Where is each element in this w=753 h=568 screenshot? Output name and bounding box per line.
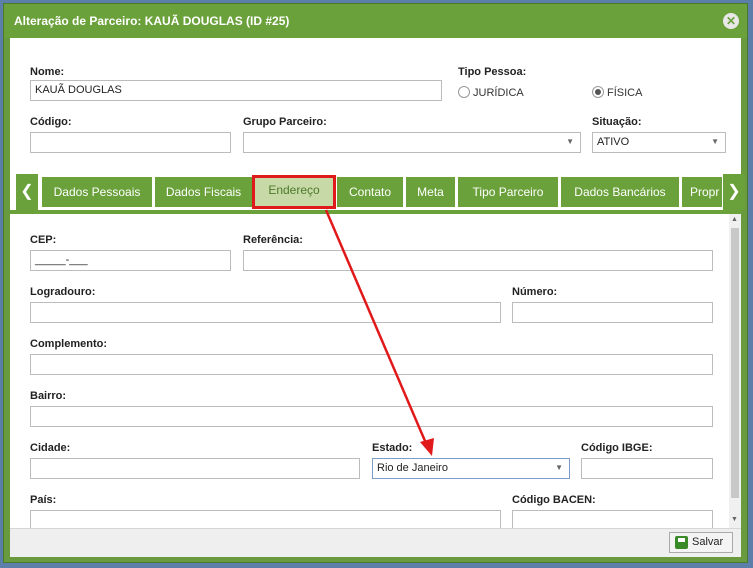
cidade-label: Cidade: (30, 442, 71, 454)
cidade-input[interactable] (30, 458, 360, 479)
panel-scrollbar[interactable]: ▲ ▼ (729, 214, 741, 528)
numero-label: Número: (512, 286, 558, 298)
referencia-label: Referência: (243, 234, 303, 246)
complemento-label: Complemento: (30, 338, 107, 350)
nome-input[interactable]: KAUÃ DOUGLAS (30, 80, 442, 101)
title-bar: Alteração de Parceiro: KAUÃ DOUGLAS (ID … (4, 4, 747, 38)
radio-fisica-label: FÍSICA (607, 87, 643, 99)
bairro-input[interactable] (30, 406, 713, 427)
nome-label: Nome: (30, 66, 65, 78)
dialog-window: Alteração de Parceiro: KAUÃ DOUGLAS (ID … (3, 3, 748, 563)
tab-bar: ❮ Dados Pessoais Dados Fiscais Endereço … (10, 174, 745, 214)
tab-tipo-parceiro[interactable]: Tipo Parceiro (458, 177, 558, 207)
radio-juridica-label: JURÍDICA (473, 87, 524, 99)
tab-meta[interactable]: Meta (406, 177, 455, 207)
grupo-parceiro-label: Grupo Parceiro: (243, 116, 327, 128)
codigo-ibge-input[interactable] (581, 458, 713, 479)
dialog-footer: Salvar (10, 528, 741, 557)
cep-label: CEP: (30, 234, 57, 246)
pais-label: País: (30, 494, 57, 506)
tab-endereco[interactable]: Endereço (252, 175, 336, 209)
save-button[interactable]: Salvar (669, 532, 733, 553)
bairro-label: Bairro: (30, 390, 67, 402)
codigo-ibge-label: Código IBGE: (581, 442, 653, 454)
radio-fisica-icon (592, 86, 604, 98)
referencia-input[interactable] (243, 250, 713, 271)
tipo-pessoa-label: Tipo Pessoa: (458, 66, 527, 78)
tab-dados-bancarios[interactable]: Dados Bancários (561, 177, 679, 207)
endereco-panel: CEP: _____-___ Referência: Logradouro: N… (10, 214, 741, 531)
grupo-parceiro-select[interactable] (243, 132, 581, 153)
numero-input[interactable] (512, 302, 713, 323)
codigo-input[interactable] (30, 132, 231, 153)
save-button-label: Salvar (692, 536, 724, 548)
complemento-input[interactable] (30, 354, 713, 375)
estado-select[interactable]: Rio de Janeiro (372, 458, 570, 479)
tab-proprietario[interactable]: Propr (682, 177, 722, 207)
save-icon (675, 536, 688, 549)
scrollbar-thumb[interactable] (731, 228, 739, 498)
radio-fisica[interactable]: FÍSICA (592, 86, 642, 99)
radio-juridica[interactable]: JURÍDICA (458, 86, 524, 99)
window-title: Alteração de Parceiro: KAUÃ DOUGLAS (ID … (14, 14, 290, 28)
situacao-select[interactable]: ATIVO (592, 132, 726, 153)
tab-contato[interactable]: Contato (337, 177, 403, 207)
codigo-bacen-label: Código BACEN: (512, 494, 596, 506)
logradouro-input[interactable] (30, 302, 501, 323)
close-icon[interactable]: ✕ (723, 13, 739, 29)
estado-label: Estado: (372, 442, 413, 454)
situacao-label: Situação: (592, 116, 642, 128)
radio-juridica-icon (458, 86, 470, 98)
scroll-up-icon[interactable]: ▲ (731, 216, 738, 223)
cep-input[interactable]: _____-___ (30, 250, 231, 271)
scroll-down-icon[interactable]: ▼ (731, 516, 738, 523)
logradouro-label: Logradouro: (30, 286, 96, 298)
dialog-body: Nome: KAUÃ DOUGLAS Tipo Pessoa: JURÍDICA… (10, 38, 745, 557)
tab-dados-fiscais[interactable]: Dados Fiscais (155, 177, 252, 207)
tab-dados-pessoais[interactable]: Dados Pessoais (42, 177, 152, 207)
tab-scroll-right-icon[interactable]: ❯ (723, 174, 745, 210)
tab-scroll-left-icon[interactable]: ❮ (16, 174, 38, 210)
codigo-label: Código: (30, 116, 72, 128)
